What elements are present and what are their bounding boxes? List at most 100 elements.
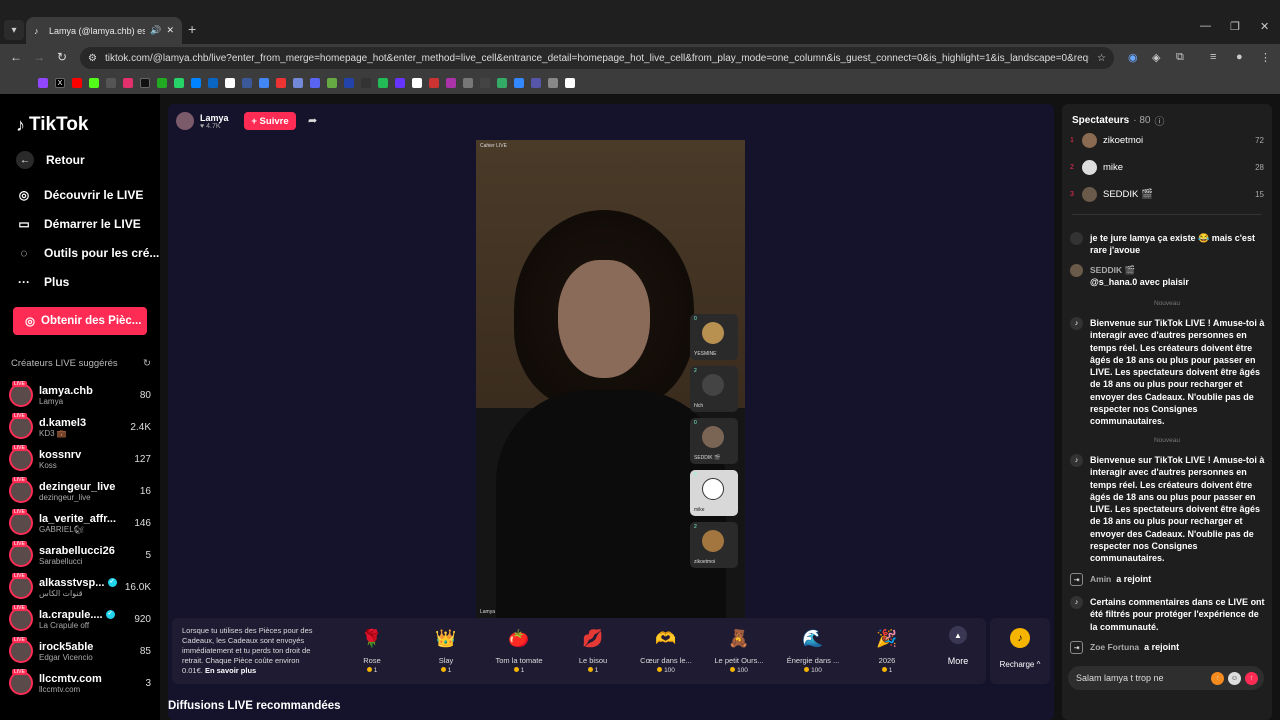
gift-item[interactable]: 🧸 Le petit Ours... 100 [703,626,775,674]
guest-tile[interactable]: 0 YESMINE [690,314,738,360]
top-viewer[interactable]: 1 zikoetmoi 72 [1070,131,1264,149]
more-gifts-button[interactable]: ▲ More [940,626,976,666]
bookmark-icon[interactable] [429,78,439,88]
gift-item[interactable]: 🫶 Cœur dans le... 100 [630,626,702,674]
instagram-bookmark-icon[interactable] [123,78,133,88]
bookmark-icon[interactable] [293,78,303,88]
joined-user[interactable]: Amin [1090,574,1111,584]
bookmark-icon[interactable] [242,78,252,88]
maximize-icon[interactable]: ❐ [1230,20,1240,33]
youtube-bookmark-icon[interactable] [72,78,82,88]
extensions-puzzle-icon[interactable]: ⧉ [1176,51,1184,64]
refresh-icon[interactable]: ↻ [143,358,151,369]
guest-tile[interactable]: 2 zikoetmoi [690,522,738,568]
profile-icon[interactable]: ● [1236,51,1243,63]
help-icon[interactable]: ⓘ [1154,113,1164,128]
tab-search-icon[interactable]: ▾ [4,20,24,40]
gift-item[interactable]: 👑 Slay 1 [410,626,482,674]
bookmark-icon[interactable] [514,78,524,88]
bookmark-icon[interactable] [106,78,116,88]
bookmark-icon[interactable] [344,78,354,88]
follow-button[interactable]: + Suivre [244,112,296,130]
live-video[interactable]: Cahier LIVE Lamya 0 YESMINE 2 hlch 0 SED… [476,140,745,618]
creator-item[interactable]: LIVE dezingeur_live dezingeur_live 16 [9,476,151,506]
bookmark-icon[interactable] [412,78,422,88]
creator-item[interactable]: LIVE alkasstvsp... ✓ قنوات الكأس 16.0K [9,572,151,602]
audio-icon[interactable]: 🔊 [150,25,161,36]
back-nav-icon[interactable]: ← [10,50,22,64]
extension-icon[interactable]: ◉ [1128,51,1138,64]
joined-user[interactable]: Zoe Fortuna [1090,642,1139,652]
nav-more[interactable]: ··· Plus [16,275,69,289]
reading-list-icon[interactable]: ≡ [1210,51,1216,63]
bookmark-icon[interactable] [565,78,575,88]
viewers-header[interactable]: Spectateurs · 80 ⓘ [1072,113,1164,128]
bookmark-icon[interactable] [480,78,490,88]
extension-icon[interactable]: ◈ [1152,51,1160,64]
gift-item[interactable]: 🌹 Rose 1 [336,626,408,674]
bookmark-star-icon[interactable]: ☆ [1097,53,1106,64]
gift-shortcut-icon[interactable]: ↑ [1211,671,1224,685]
browser-tab[interactable]: ♪ Lamya (@lamya.chb) est en 🔊 ✕ [26,17,182,44]
nav-start-live[interactable]: ▭ Démarrer le LIVE [16,217,140,231]
whatsapp-bookmark-icon[interactable] [174,78,184,88]
site-info-icon[interactable]: ⚙ [88,53,97,64]
creator-item[interactable]: LIVE llccmtv.com llccmtv.com 3 [9,668,151,698]
message-user[interactable]: SEDDIK 🎬 [1090,264,1189,276]
gift-item[interactable]: 💋 Le bisou 1 [557,626,629,674]
reload-icon[interactable]: ↻ [57,50,67,64]
bookmark-icon[interactable] [548,78,558,88]
creator-item[interactable]: LIVE d.kamel3 KD3 💼 2.4K [9,412,151,442]
creator-item[interactable]: LIVE kossnrv Koss 127 [9,444,151,474]
top-viewer[interactable]: 2 mike 28 [1070,158,1264,176]
discord-bookmark-icon[interactable] [310,78,320,88]
bookmark-icon[interactable] [497,78,507,88]
chat-input-text[interactable]: Salam lamya t trop ne [1076,673,1207,683]
bookmark-icon[interactable] [378,78,388,88]
creator-item[interactable]: LIVE irock5able Edgar Vicencio 85 [9,636,151,666]
messenger-bookmark-icon[interactable] [191,78,201,88]
linkedin-bookmark-icon[interactable] [208,78,218,88]
bookmark-icon[interactable] [531,78,541,88]
nav-discover-live[interactable]: ◎ Découvrir le LIVE [16,188,144,202]
info-bookmark-icon[interactable] [225,78,235,88]
chat-input[interactable]: Salam lamya t trop ne ↑ ☺ ↑ [1068,666,1264,690]
bookmark-icon[interactable] [276,78,286,88]
bookmark-icon[interactable] [463,78,473,88]
address-bar[interactable]: ⚙ tiktok.com/@lamya.chb/live?enter_from_… [80,47,1114,69]
creator-item[interactable]: LIVE lamya.chb Lamya 80 [9,380,151,410]
nav-creator-tools[interactable]: ◌ Outils pour les cré... [16,246,159,260]
guest-tile[interactable]: 2 hlch [690,366,738,412]
recharge-button[interactable]: ♪ Recharge ^ [990,618,1050,684]
host-info[interactable]: Lamya ♥ 4.7K [176,112,229,130]
gift-item[interactable]: 🌊 Énergie dans ... 100 [777,626,849,674]
x-bookmark-icon[interactable]: X [55,78,65,88]
tiktok-logo[interactable]: ♪ TikTok [16,114,88,136]
gift-item[interactable]: 🎉 2026 1 [851,626,923,674]
bookmark-icon[interactable] [395,78,405,88]
close-window-icon[interactable]: ✕ [1260,20,1269,33]
emoji-icon[interactable]: ☺ [1228,671,1241,685]
bookmark-icon[interactable] [327,78,337,88]
host-avatar[interactable] [176,112,194,130]
learn-more-link[interactable]: En savoir plus [205,666,256,675]
get-coins-button[interactable]: ◎ Obtenir des Pièc... [13,307,147,335]
bookmark-icon[interactable] [259,78,269,88]
guest-tile[interactable]: 0 SEDDIK 🎬 [690,418,738,464]
minimize-icon[interactable]: — [1200,20,1211,32]
forward-nav-icon[interactable]: → [33,50,45,64]
guest-tile[interactable]: 6 mike [690,470,738,516]
send-icon[interactable]: ↑ [1245,671,1258,685]
top-viewer[interactable]: 3 SEDDIK 🎬 15 [1070,185,1264,203]
tiktok-bookmark-icon[interactable] [140,78,150,88]
bookmark-icon[interactable] [157,78,167,88]
gift-item[interactable]: 🍅 Tom la tomate 1 [483,626,555,674]
back-button[interactable]: ← Retour [16,151,85,169]
tab-close-icon[interactable]: ✕ [166,25,174,36]
creator-item[interactable]: LIVE la.crapule.... ✓ La Crapule off 920 [9,604,151,634]
kick-bookmark-icon[interactable] [89,78,99,88]
creator-item[interactable]: LIVE la_verite_affr... GABRIEL🐿 146 [9,508,151,538]
new-tab-icon[interactable]: + [188,21,196,37]
creator-item[interactable]: LIVE sarabellucci26 Sarabellucci 5 [9,540,151,570]
share-icon[interactable]: ➦ [308,114,317,127]
